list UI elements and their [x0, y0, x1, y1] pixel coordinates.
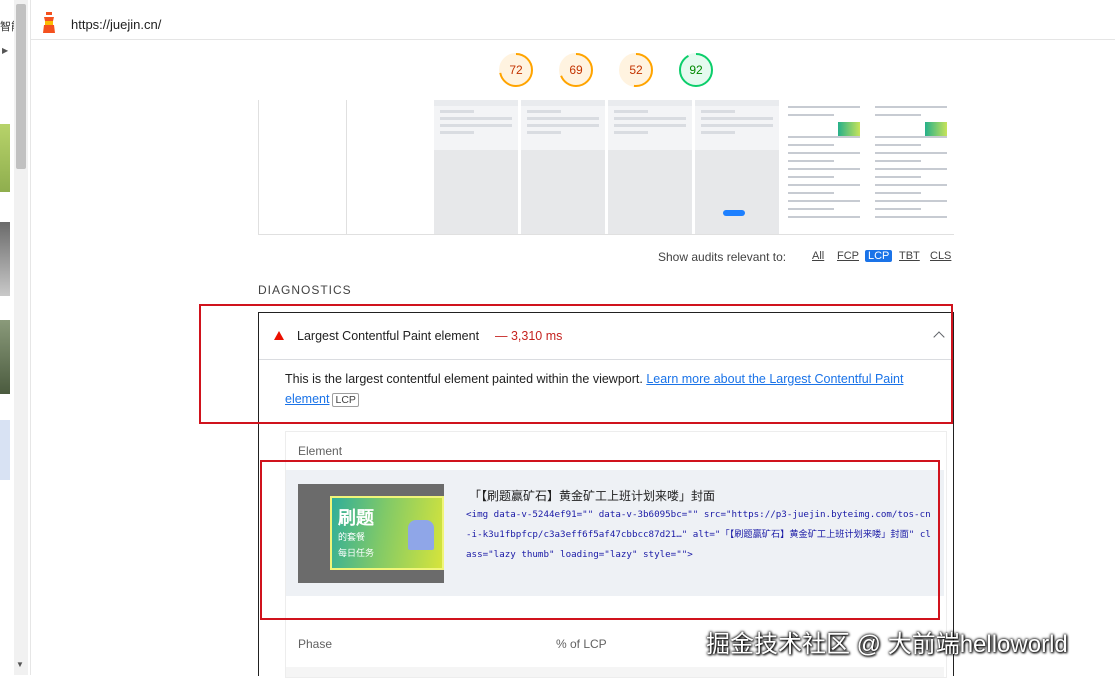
- filter-chip-all[interactable]: All: [812, 250, 824, 262]
- score-value: 52: [629, 63, 643, 77]
- annotation-box-element: [260, 460, 940, 620]
- score-value: 92: [689, 63, 703, 77]
- filmstrip-frame: [608, 100, 693, 234]
- filter-chip-lcp[interactable]: LCP: [865, 250, 893, 262]
- score-gauge-accessibility[interactable]: 69: [558, 52, 594, 88]
- expand-arrow-icon[interactable]: ▶: [2, 46, 8, 55]
- filmstrip-frame: [434, 100, 519, 234]
- background-window-edge: 智能 ▶ ▼: [0, 0, 31, 675]
- background-thumbnail: [0, 320, 10, 394]
- score-value: 72: [509, 63, 523, 77]
- section-title-diagnostics: DIAGNOSTICS: [258, 283, 352, 297]
- filmstrip-frame: [695, 100, 780, 234]
- filter-chip-cls[interactable]: CLS: [930, 250, 951, 262]
- score-gauge-seo[interactable]: 92: [678, 52, 714, 88]
- filter-chip-fcp[interactable]: FCP: [837, 250, 859, 262]
- filter-chip-tbt[interactable]: TBT: [899, 250, 920, 262]
- filmstrip-divider: [346, 100, 347, 234]
- filmstrip-frame: [782, 100, 867, 234]
- score-gauge-performance[interactable]: 72: [498, 52, 534, 88]
- background-thumbnail: [0, 124, 10, 192]
- scrollbar-thumb[interactable]: [16, 4, 26, 169]
- audit-filter-label: Show audits relevant to:: [658, 250, 787, 264]
- background-thumbnail: [0, 222, 10, 296]
- juejin-lighthouse-icon: [43, 12, 55, 33]
- url-bar: https://juejin.cn/: [31, 8, 1115, 40]
- filmstrip-panel: [258, 100, 954, 235]
- score-gauge-best-practices[interactable]: 52: [618, 52, 654, 88]
- category-scores: 72 69 52 92: [31, 52, 1115, 92]
- scroll-down-arrow-icon[interactable]: ▼: [16, 660, 24, 669]
- page-url[interactable]: https://juejin.cn/: [71, 17, 161, 32]
- column-header-element: Element: [298, 444, 343, 458]
- background-thumbnail: [0, 420, 10, 480]
- filmstrip-frame: [869, 100, 954, 234]
- score-value: 69: [569, 63, 583, 77]
- column-header-percent-lcp: % of LCP: [556, 637, 607, 651]
- column-header-phase: Phase: [298, 637, 333, 651]
- annotation-box-audit: [199, 304, 953, 424]
- watermark: 掘金技术社区 @ 大前端helloworld: [706, 631, 1068, 658]
- filmstrip-frame: [521, 100, 606, 234]
